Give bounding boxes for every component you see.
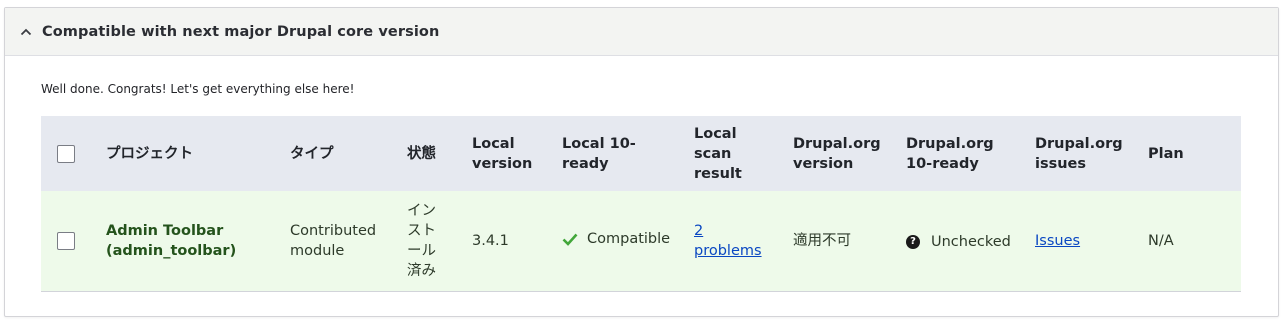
header-local-scan[interactable]: Local scan result [694,116,793,191]
header-local-ready[interactable]: Local 10-ready [562,116,694,191]
panel-header-toggle[interactable]: Compatible with next major Drupal core v… [5,8,1278,56]
header-drupal-version[interactable]: Drupal.org version [793,116,906,191]
local-ready-status: Compatible [562,229,670,249]
scan-problems-link[interactable]: 2 problems [694,221,764,261]
header-status[interactable]: 状態 [407,116,472,191]
row-select-cell [41,191,106,291]
select-all-cell [41,116,106,191]
header-project[interactable]: プロジェクト [106,116,290,191]
project-name: Admin Toolbar (admin_toolbar) [106,222,237,259]
table-row: Admin Toolbar (admin_toolbar) Contribute… [41,191,1241,291]
header-plan[interactable]: Plan [1148,116,1241,191]
drupal-ready-status: ? Unchecked [906,232,1011,252]
header-local-ready-label: Local 10-ready [562,135,636,172]
header-drupal-issues-label: Drupal.org issues [1035,135,1123,172]
header-local-version[interactable]: Local version [472,116,562,191]
row-checkbox[interactable] [57,231,75,250]
check-icon [562,233,578,247]
plan-value: N/A [1148,232,1174,249]
panel-title: Compatible with next major Drupal core v… [42,23,440,40]
issues-link[interactable]: Issues [1035,233,1080,249]
project-cell: Admin Toolbar (admin_toolbar) [106,191,290,291]
header-drupal-ready[interactable]: Drupal.org 10-ready [906,116,1035,191]
local-scan-cell: 2 problems [694,191,793,291]
question-circle-icon: ? [906,234,920,249]
local-ready-label: Compatible [587,231,671,248]
status-cell: インストール済み [407,191,472,291]
projects-table: プロジェクト タイプ 状態 Local version Local 10-rea… [41,116,1241,292]
project-status: インストール済み [407,202,436,279]
type-cell: Contributed module [290,191,407,291]
drupal-ready-cell: ? Unchecked [906,191,1035,291]
header-drupal-issues[interactable]: Drupal.org issues [1035,116,1148,191]
table-header-row: プロジェクト タイプ 状態 Local version Local 10-rea… [41,116,1241,191]
header-type[interactable]: タイプ [290,116,407,191]
compatibility-panel: Compatible with next major Drupal core v… [4,7,1279,317]
project-type: Contributed module [290,222,377,259]
select-all-checkbox[interactable] [57,144,75,163]
drupal-ready-label: Unchecked [931,233,1011,250]
intro-text: Well done. Congrats! Let's get everythin… [41,82,355,96]
header-local-version-label: Local version [472,135,533,172]
local-version: 3.4.1 [472,232,509,249]
drupal-version: 適用不可 [793,232,851,249]
header-local-scan-label: Local scan result [694,125,742,182]
header-drupal-version-label: Drupal.org version [793,135,881,172]
local-ready-cell: Compatible [562,191,694,291]
chevron-up-icon [19,25,33,39]
header-drupal-ready-label: Drupal.org 10-ready [906,135,994,172]
drupal-issues-cell: Issues [1035,191,1148,291]
